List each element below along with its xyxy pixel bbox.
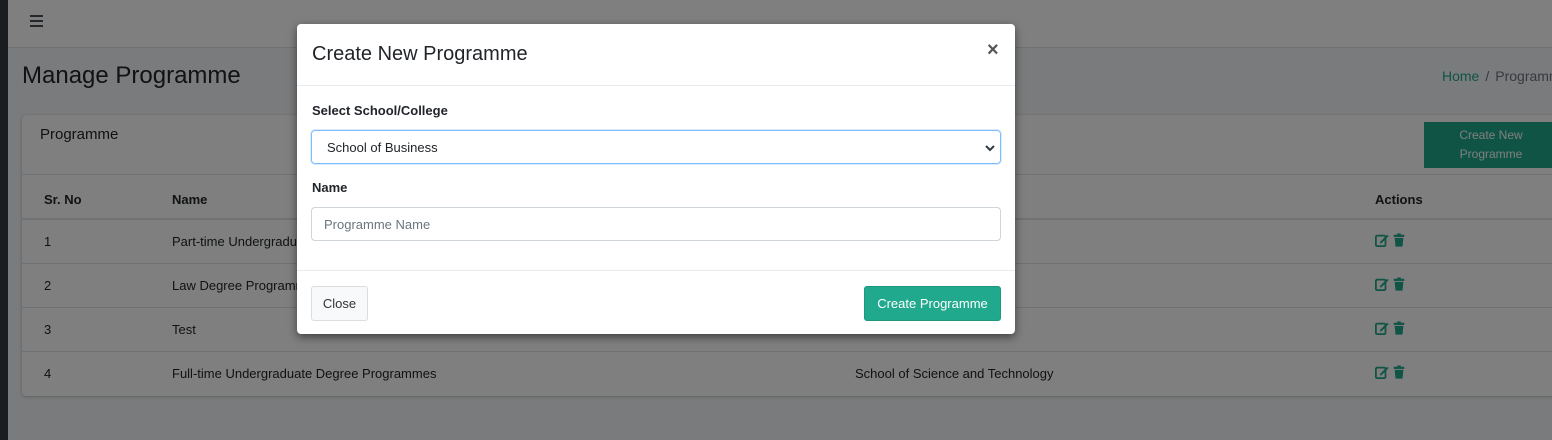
- modal-title: Create New Programme: [312, 43, 528, 65]
- create-programme-button[interactable]: Create Programme: [864, 286, 1001, 321]
- close-button[interactable]: Close: [311, 286, 368, 321]
- modal-header: Create New Programme ×: [297, 24, 1015, 86]
- create-programme-modal: Create New Programme × Select School/Col…: [297, 24, 1015, 334]
- programme-name-input[interactable]: [311, 207, 1001, 241]
- chevron-down-icon: [985, 145, 995, 152]
- school-select[interactable]: School of Business: [311, 130, 1001, 164]
- close-icon[interactable]: ×: [987, 39, 999, 62]
- school-select-value: School of Business: [327, 140, 438, 155]
- name-label: Name: [312, 180, 348, 195]
- modal-footer: Close Create Programme: [297, 270, 1015, 334]
- school-select-label: Select School/College: [312, 103, 448, 118]
